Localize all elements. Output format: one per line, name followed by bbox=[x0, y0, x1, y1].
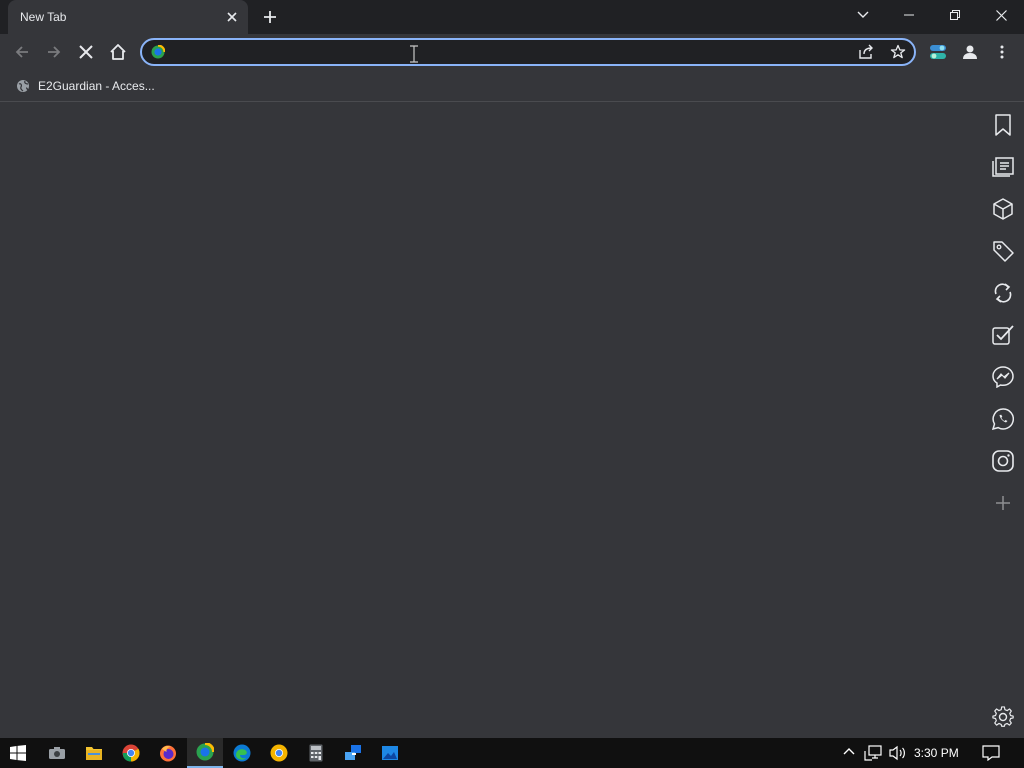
show-hidden-icons-icon[interactable] bbox=[842, 745, 856, 759]
minimize-icon[interactable] bbox=[886, 0, 932, 30]
whatsapp-icon[interactable] bbox=[989, 405, 1017, 433]
extension-icon[interactable] bbox=[924, 38, 952, 66]
file-explorer-icon[interactable] bbox=[76, 738, 112, 768]
add-icon[interactable] bbox=[989, 489, 1017, 517]
side-panel bbox=[982, 103, 1024, 738]
taskbar: 3:30 PM bbox=[0, 738, 1024, 768]
menu-icon[interactable] bbox=[988, 38, 1016, 66]
page-content bbox=[0, 103, 1024, 738]
checklist-icon[interactable] bbox=[989, 321, 1017, 349]
calculator-app-icon[interactable] bbox=[298, 738, 334, 768]
remote-desktop-app-icon[interactable] bbox=[335, 738, 371, 768]
network-icon[interactable] bbox=[864, 745, 882, 761]
tag-icon[interactable] bbox=[989, 237, 1017, 265]
reading-list-icon[interactable] bbox=[989, 153, 1017, 181]
bookmark-star-icon[interactable] bbox=[890, 44, 906, 60]
edge-app-icon[interactable] bbox=[224, 738, 260, 768]
messenger-icon[interactable] bbox=[989, 363, 1017, 391]
bookmarks-bar: E2Guardian - Acces... bbox=[0, 70, 1024, 102]
chrome-app-icon[interactable] bbox=[113, 738, 149, 768]
bookmark-item[interactable]: E2Guardian - Acces... bbox=[10, 74, 161, 98]
notifications-icon[interactable] bbox=[982, 745, 1000, 761]
chrome-canary-app-icon[interactable] bbox=[261, 738, 297, 768]
chromium-app-icon[interactable] bbox=[187, 738, 223, 768]
new-tab-button[interactable] bbox=[258, 6, 282, 28]
back-icon[interactable] bbox=[8, 38, 36, 66]
restore-icon[interactable] bbox=[932, 0, 978, 30]
sync-icon[interactable] bbox=[989, 279, 1017, 307]
tab-title: New Tab bbox=[20, 10, 67, 24]
stop-loading-icon[interactable] bbox=[72, 38, 100, 66]
address-input[interactable] bbox=[174, 43, 854, 63]
tab-search-icon[interactable] bbox=[840, 0, 886, 30]
camera-app-icon[interactable] bbox=[39, 738, 75, 768]
address-bar[interactable] bbox=[140, 38, 916, 66]
tab-close-icon[interactable] bbox=[223, 8, 241, 26]
text-cursor-icon bbox=[409, 45, 419, 63]
home-icon[interactable] bbox=[104, 38, 132, 66]
globe-icon bbox=[16, 79, 30, 93]
share-icon[interactable] bbox=[858, 44, 874, 60]
settings-icon[interactable] bbox=[989, 703, 1017, 731]
profile-icon[interactable] bbox=[956, 38, 984, 66]
site-favicon-icon bbox=[151, 45, 165, 59]
title-bar: New Tab bbox=[0, 0, 1024, 34]
forward-icon[interactable] bbox=[40, 38, 68, 66]
clock-time[interactable]: 3:30 PM bbox=[914, 746, 959, 760]
windows-start-icon[interactable] bbox=[0, 738, 36, 768]
bookmark-label: E2Guardian - Acces... bbox=[38, 79, 155, 93]
tab-new-tab[interactable]: New Tab bbox=[8, 0, 248, 34]
photos-app-icon[interactable] bbox=[372, 738, 408, 768]
bookmark-icon[interactable] bbox=[989, 111, 1017, 139]
box-icon[interactable] bbox=[989, 195, 1017, 223]
close-icon[interactable] bbox=[978, 0, 1024, 30]
instagram-icon[interactable] bbox=[989, 447, 1017, 475]
volume-icon[interactable] bbox=[888, 745, 908, 761]
firefox-app-icon[interactable] bbox=[150, 738, 186, 768]
